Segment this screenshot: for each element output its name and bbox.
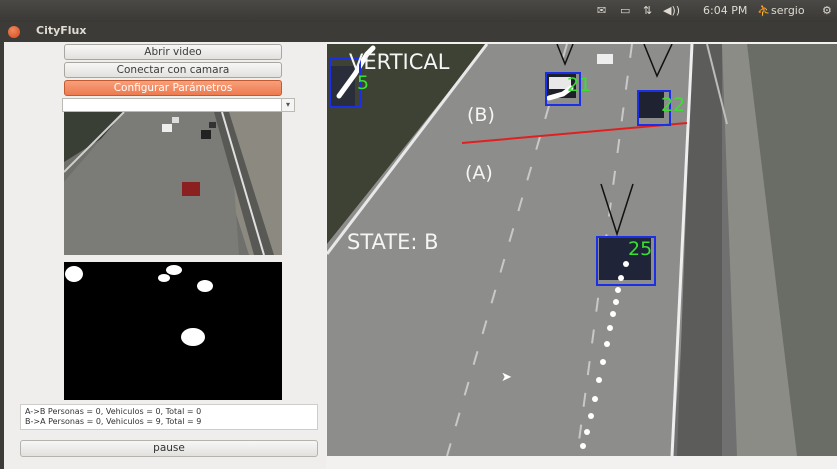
mouse-cursor-icon: ➤ xyxy=(501,370,512,385)
region-a-label: (A) xyxy=(465,162,493,184)
system-top-panel: ✉ ▭ ⇅ ◀)) 6:04 PM ⛹ sergio ⚙ xyxy=(0,0,837,22)
mode-label: VERTICAL xyxy=(349,50,450,74)
control-panel: Abrir video Conectar con camara Configur… xyxy=(4,42,326,469)
main-video-view[interactable]: 5 21 22 25 VERTICAL (B) (A) STATE: B ➤ xyxy=(327,44,837,456)
user-icon[interactable]: ⛹ xyxy=(757,4,771,17)
video-thumbnail xyxy=(64,112,282,255)
region-b-label: (B) xyxy=(467,104,495,126)
count-line-a-to-b: A->B Personas = 0, Vehiculos = 0, Total … xyxy=(25,407,202,416)
foreground-mask xyxy=(64,262,282,400)
volume-icon[interactable]: ◀)) xyxy=(663,4,680,17)
state-label: STATE: B xyxy=(347,230,439,254)
count-line-b-to-a: B->A Personas = 0, Vehiculos = 9, Total … xyxy=(25,417,202,426)
close-icon[interactable] xyxy=(8,26,20,38)
settings-gear-icon[interactable]: ⚙ xyxy=(822,4,832,17)
pause-button[interactable]: pause xyxy=(20,440,318,457)
detection-box: 21 xyxy=(545,72,591,106)
detection-id: 25 xyxy=(628,238,653,260)
configure-parameters-button[interactable]: Configurar Parámetros xyxy=(64,80,282,96)
detection-id: 21 xyxy=(567,74,592,96)
clock[interactable]: 6:04 PM xyxy=(703,4,747,17)
user-name[interactable]: sergio xyxy=(771,4,805,17)
window-titlebar xyxy=(0,22,837,42)
detection-box: 25 xyxy=(596,236,656,286)
battery-icon[interactable]: ▭ xyxy=(620,4,630,17)
network-icon[interactable]: ⇅ xyxy=(643,4,652,17)
detection-box: 22 xyxy=(637,90,685,126)
window-title: CityFlux xyxy=(36,24,87,37)
mail-icon[interactable]: ✉ xyxy=(597,4,606,17)
chevron-down-icon[interactable]: ▾ xyxy=(281,98,295,112)
main-window: Abrir video Conectar con camara Configur… xyxy=(4,42,837,469)
counts-panel: A->B Personas = 0, Vehiculos = 0, Total … xyxy=(20,404,318,430)
detection-id: 22 xyxy=(661,94,686,116)
connect-camera-button[interactable]: Conectar con camara xyxy=(64,62,282,78)
open-video-button[interactable]: Abrir video xyxy=(64,44,282,60)
detection-id: 5 xyxy=(357,72,370,94)
source-combo[interactable]: ▾ xyxy=(62,98,295,112)
